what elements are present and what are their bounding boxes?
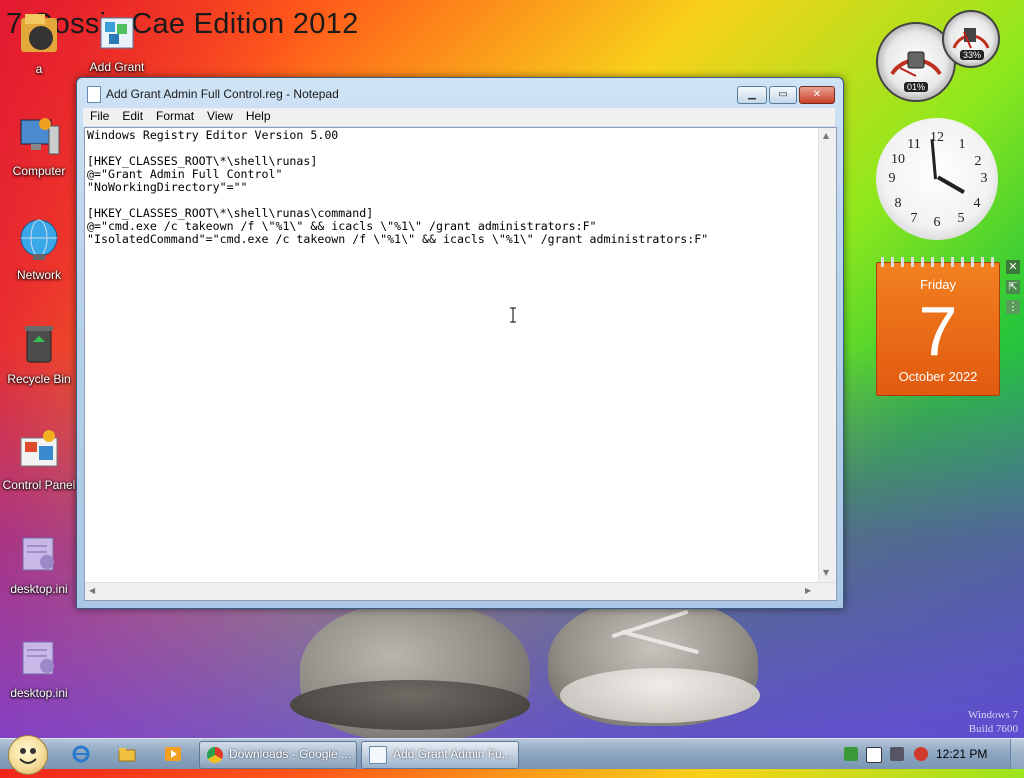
os-watermark: Windows 7 Build 7600 [968, 708, 1018, 736]
text-editor[interactable]: Windows Registry Editor Version 5.00 [HK… [84, 127, 837, 601]
menu-format[interactable]: Format [149, 108, 200, 123]
clock-numeral: 10 [891, 152, 905, 167]
clock-numeral: 11 [907, 137, 921, 152]
taskbar-task-label: Downloads - Google ... [229, 747, 352, 761]
clock-hour-hand [937, 175, 965, 194]
menu-help[interactable]: Help [239, 108, 277, 123]
notepad-icon [87, 86, 101, 103]
taskbar-task-notepad[interactable]: Add Grant Admin Fu... [361, 741, 519, 769]
internet-explorer-icon[interactable] [72, 745, 90, 763]
menu-file[interactable]: File [83, 108, 115, 123]
menu-view[interactable]: View [200, 108, 239, 123]
scroll-right-icon[interactable]: ▶ [805, 586, 811, 595]
memory-meter-gadget[interactable]: 33% [942, 10, 1000, 68]
horizontal-scrollbar[interactable]: ◀ ▶ [85, 582, 836, 600]
close-button[interactable]: ✕ [799, 86, 835, 104]
desktop-icon-control-panel[interactable]: Control Panel [0, 426, 78, 492]
wallpaper-right-shoe-toe [560, 668, 760, 723]
scroll-down-icon[interactable]: ▼ [823, 568, 829, 577]
action-center-flag-icon[interactable] [866, 747, 882, 763]
desktop-icon-label: Add Grant [89, 60, 145, 74]
start-button[interactable] [8, 735, 48, 775]
window-title: Add Grant Admin Full Control.reg - Notep… [106, 87, 339, 101]
memory-meter-label: 33% [960, 50, 985, 60]
desktop-icon-add-grant[interactable]: Add Grant [78, 8, 156, 74]
clock-numeral: 4 [973, 196, 981, 211]
menu-edit[interactable]: Edit [115, 108, 149, 123]
taskbar-clock[interactable]: 12:21 PM [936, 747, 987, 761]
desktop-icon-label: Recycle Bin [7, 372, 71, 386]
notepad-window[interactable]: Add Grant Admin Full Control.reg - Notep… [76, 77, 844, 609]
calendar-day: Friday [919, 277, 957, 292]
calendar-rings [877, 257, 999, 267]
watermark-line2: Build 7600 [968, 723, 1018, 735]
folder-user-icon [15, 10, 63, 58]
desktop-icon-label: a [35, 62, 43, 76]
desktop-icon-label: desktop.ini [10, 582, 68, 596]
computer-icon [15, 112, 63, 160]
clock-numeral: 7 [910, 211, 918, 226]
desktop-icon-label: desktop.ini [10, 686, 68, 700]
close-icon: ✕ [812, 89, 822, 100]
wallpaper-left-shoe-toe [290, 680, 530, 730]
calendar-date: 7 [918, 292, 958, 370]
clock-numeral: 8 [894, 196, 902, 211]
settings-file-icon [15, 530, 63, 578]
vertical-scrollbar[interactable]: ▲ ▼ [818, 128, 836, 583]
desktop-icon-label: Control Panel [2, 478, 76, 492]
calendar-gadget[interactable]: Friday 7 October 2022 [876, 257, 1000, 396]
desktop-icon-desktop-ini-2[interactable]: desktop.ini [0, 634, 78, 700]
clock-numeral: 1 [958, 137, 966, 152]
recycle-bin-icon [15, 320, 63, 368]
gadget-resize-icon[interactable]: ⇱ [1006, 280, 1020, 294]
taskbar: Downloads - Google ... Add Grant Admin F… [0, 735, 1024, 775]
clock-numeral: 2 [974, 154, 982, 169]
desktop-icon-network[interactable]: Network [0, 216, 78, 282]
file-explorer-icon[interactable] [118, 745, 136, 763]
chrome-icon [207, 746, 223, 763]
control-panel-icon [15, 426, 63, 474]
security-shield-icon[interactable] [844, 747, 858, 761]
menu-bar: File Edit Format View Help [83, 108, 835, 126]
desktop-icon-a[interactable]: a [0, 10, 78, 76]
taskbar-task-label: Add Grant Admin Fu... [393, 747, 512, 761]
scroll-left-icon[interactable]: ◀ [89, 586, 95, 595]
window-titlebar[interactable]: Add Grant Admin Full Control.reg - Notep… [77, 78, 843, 108]
maximize-button[interactable]: ▭ [769, 86, 797, 104]
clock-numeral: 3 [980, 171, 988, 186]
desktop-icon-label: Computer [12, 164, 66, 178]
media-player-icon[interactable] [164, 745, 182, 763]
clock-numeral: 5 [957, 211, 965, 226]
network-tray-icon[interactable] [890, 747, 904, 761]
ibeam-cursor-icon [509, 307, 516, 323]
volume-muted-icon[interactable] [914, 747, 928, 761]
desktop-icon-recycle-bin[interactable]: Recycle Bin [0, 320, 78, 386]
desktop-icon-desktop-ini-1[interactable]: desktop.ini [0, 530, 78, 596]
editor-content[interactable]: Windows Registry Editor Version 5.00 [HK… [87, 129, 708, 246]
show-desktop-button[interactable] [1010, 739, 1024, 769]
desktop-icon-computer[interactable]: Computer [0, 112, 78, 178]
gadget-drag-handle-icon[interactable]: ⋮ [1006, 300, 1020, 314]
taskbar-task-chrome[interactable]: Downloads - Google ... [199, 741, 357, 769]
clock-gadget[interactable]: 12 1 2 3 4 5 6 7 8 9 10 11 [876, 118, 998, 240]
settings-file-icon [15, 634, 63, 682]
notepad-icon [369, 745, 387, 764]
calendar-month-year: October 2022 [898, 369, 978, 384]
gadget-close-icon[interactable]: ✕ [1006, 260, 1020, 274]
registry-file-icon [93, 8, 141, 56]
clock-numeral: 6 [933, 215, 941, 230]
watermark-line1: Windows 7 [968, 709, 1018, 721]
scroll-up-icon[interactable]: ▲ [823, 131, 829, 140]
clock-numeral: 9 [888, 171, 896, 186]
minimize-button[interactable]: ▁ [737, 86, 767, 104]
cpu-meter-label: 01% [904, 82, 929, 92]
minimize-icon: ▁ [748, 89, 756, 100]
network-globe-icon [15, 216, 63, 264]
desktop-icon-label: Network [16, 268, 61, 282]
maximize-icon: ▭ [778, 89, 788, 100]
